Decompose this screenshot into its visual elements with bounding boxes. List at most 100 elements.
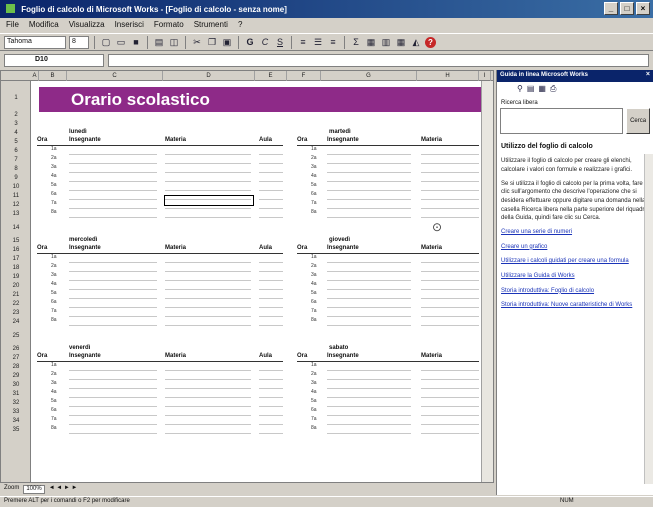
- help-link-story-new[interactable]: Storia introduttiva: Nuove caratteristic…: [501, 301, 649, 310]
- table-icon[interactable]: ▦: [395, 36, 407, 48]
- font-select[interactable]: Tahoma: [4, 35, 66, 49]
- italic-icon[interactable]: C: [259, 36, 271, 48]
- sheet-nav-buttons[interactable]: ◄ ◄ ► ►: [49, 485, 78, 494]
- bold-icon[interactable]: G: [244, 36, 256, 48]
- help-icon[interactable]: ?: [425, 36, 436, 48]
- search-icon[interactable]: ⚲: [517, 84, 523, 94]
- close-button[interactable]: ×: [636, 2, 650, 15]
- chart-icon[interactable]: ▥: [380, 36, 392, 48]
- open-icon[interactable]: ▭: [115, 36, 127, 48]
- row-header[interactable]: 29: [1, 373, 31, 379]
- row-header[interactable]: 8: [1, 166, 31, 172]
- row-header[interactable]: 15: [1, 238, 31, 244]
- row-header[interactable]: 33: [1, 409, 31, 415]
- align-center-icon[interactable]: ☰: [312, 36, 324, 48]
- minimize-button[interactable]: _: [604, 2, 618, 15]
- column-header[interactable]: I: [479, 71, 491, 81]
- paste-icon[interactable]: ▣: [221, 36, 233, 48]
- column-header[interactable]: C: [67, 71, 163, 81]
- help-link-series[interactable]: Creare una serie di numeri: [501, 228, 649, 237]
- row-header[interactable]: 9: [1, 175, 31, 181]
- menu-strumenti[interactable]: Strumenti: [194, 20, 228, 31]
- print-icon[interactable]: ▤: [153, 36, 165, 48]
- row-header[interactable]: 34: [1, 418, 31, 424]
- contents-icon[interactable]: ▤: [527, 84, 535, 94]
- search-button[interactable]: Cerca: [626, 108, 650, 134]
- column-header[interactable]: D: [163, 71, 255, 81]
- period-label: 7a: [51, 308, 57, 314]
- print-icon[interactable]: ⎙: [550, 84, 556, 94]
- row-header[interactable]: 2: [1, 112, 31, 118]
- index-icon[interactable]: ▦: [538, 84, 546, 94]
- row-header[interactable]: 30: [1, 382, 31, 388]
- cell-reference[interactable]: D10: [4, 53, 104, 67]
- row-header[interactable]: 19: [1, 274, 31, 280]
- row-header[interactable]: 32: [1, 400, 31, 406]
- spreadsheet[interactable]: ABCDEFGHI 1 2 3 4 5 6 7 8 9 10 11 12 13 14 15 16 17 18 19 2…: [0, 70, 494, 483]
- help-link-story-sheet[interactable]: Storia introduttiva: Foglio di calcolo: [501, 287, 649, 296]
- vertical-scrollbar[interactable]: [481, 81, 493, 482]
- row-header[interactable]: 24: [1, 319, 31, 325]
- align-left-icon[interactable]: ≡: [297, 36, 309, 48]
- row-header[interactable]: 22: [1, 301, 31, 307]
- row-header[interactable]: 10: [1, 184, 31, 190]
- row-header[interactable]: 17: [1, 256, 31, 262]
- row-header[interactable]: 20: [1, 283, 31, 289]
- font-size-select[interactable]: 8: [69, 35, 89, 49]
- row-header[interactable]: 6: [1, 148, 31, 154]
- column-label: Insegnante: [69, 137, 101, 143]
- cut-icon[interactable]: ✂: [191, 36, 203, 48]
- autosum-icon[interactable]: Σ: [350, 36, 362, 48]
- cell-line: [327, 406, 411, 407]
- help-pane-scrollbar[interactable]: [644, 154, 653, 484]
- row-header[interactable]: 5: [1, 139, 31, 145]
- row-header[interactable]: 11: [1, 193, 31, 199]
- help-search-input[interactable]: [500, 108, 624, 134]
- menu-help[interactable]: ?: [238, 20, 242, 31]
- row-header[interactable]: 12: [1, 202, 31, 208]
- help-link-guide[interactable]: Utilizzare la Guida di Works: [501, 272, 649, 281]
- row-header[interactable]: 23: [1, 310, 31, 316]
- help-link-chart[interactable]: Creare un grafico: [501, 243, 649, 252]
- menu-file[interactable]: File: [6, 20, 19, 31]
- row-header[interactable]: 3: [1, 121, 31, 127]
- row-header[interactable]: 14: [1, 225, 31, 231]
- save-icon[interactable]: ■: [130, 36, 142, 48]
- zoom-select[interactable]: 100%: [23, 485, 45, 494]
- row-header[interactable]: 26: [1, 346, 31, 352]
- fill-icon[interactable]: ◭: [410, 36, 422, 48]
- currency-icon[interactable]: ▦: [365, 36, 377, 48]
- column-header[interactable]: E: [255, 71, 287, 81]
- menu-formato[interactable]: Formato: [154, 20, 184, 31]
- selected-cell[interactable]: [164, 195, 254, 206]
- column-header[interactable]: B: [39, 71, 67, 81]
- row-header[interactable]: 4: [1, 130, 31, 136]
- row-header[interactable]: 13: [1, 211, 31, 217]
- row-header[interactable]: 18: [1, 265, 31, 271]
- row-header[interactable]: 16: [1, 247, 31, 253]
- column-header[interactable]: G: [321, 71, 417, 81]
- row-header[interactable]: 35: [1, 427, 31, 433]
- row-header[interactable]: 31: [1, 391, 31, 397]
- maximize-button[interactable]: □: [620, 2, 634, 15]
- menu-modifica[interactable]: Modifica: [29, 20, 59, 31]
- column-header[interactable]: H: [417, 71, 479, 81]
- row-header[interactable]: 1: [1, 95, 31, 101]
- row-header[interactable]: 7: [1, 157, 31, 163]
- column-header[interactable]: A: [31, 71, 39, 81]
- row-header[interactable]: 25: [1, 333, 31, 339]
- row-header[interactable]: 27: [1, 355, 31, 361]
- row-header[interactable]: 21: [1, 292, 31, 298]
- column-header[interactable]: F: [287, 71, 321, 81]
- close-icon[interactable]: ×: [646, 71, 650, 78]
- align-right-icon[interactable]: ≡: [327, 36, 339, 48]
- menu-inserisci[interactable]: Inserisci: [115, 20, 144, 31]
- formula-input[interactable]: [108, 53, 649, 67]
- print-preview-icon[interactable]: ◫: [168, 36, 180, 48]
- menu-visualizza[interactable]: Visualizza: [69, 20, 105, 31]
- copy-icon[interactable]: ❐: [206, 36, 218, 48]
- row-header[interactable]: 28: [1, 364, 31, 370]
- help-link-formula[interactable]: Utilizzare i calcoli guidati per creare …: [501, 257, 649, 266]
- underline-icon[interactable]: S: [274, 36, 286, 48]
- new-icon[interactable]: ▢: [100, 36, 112, 48]
